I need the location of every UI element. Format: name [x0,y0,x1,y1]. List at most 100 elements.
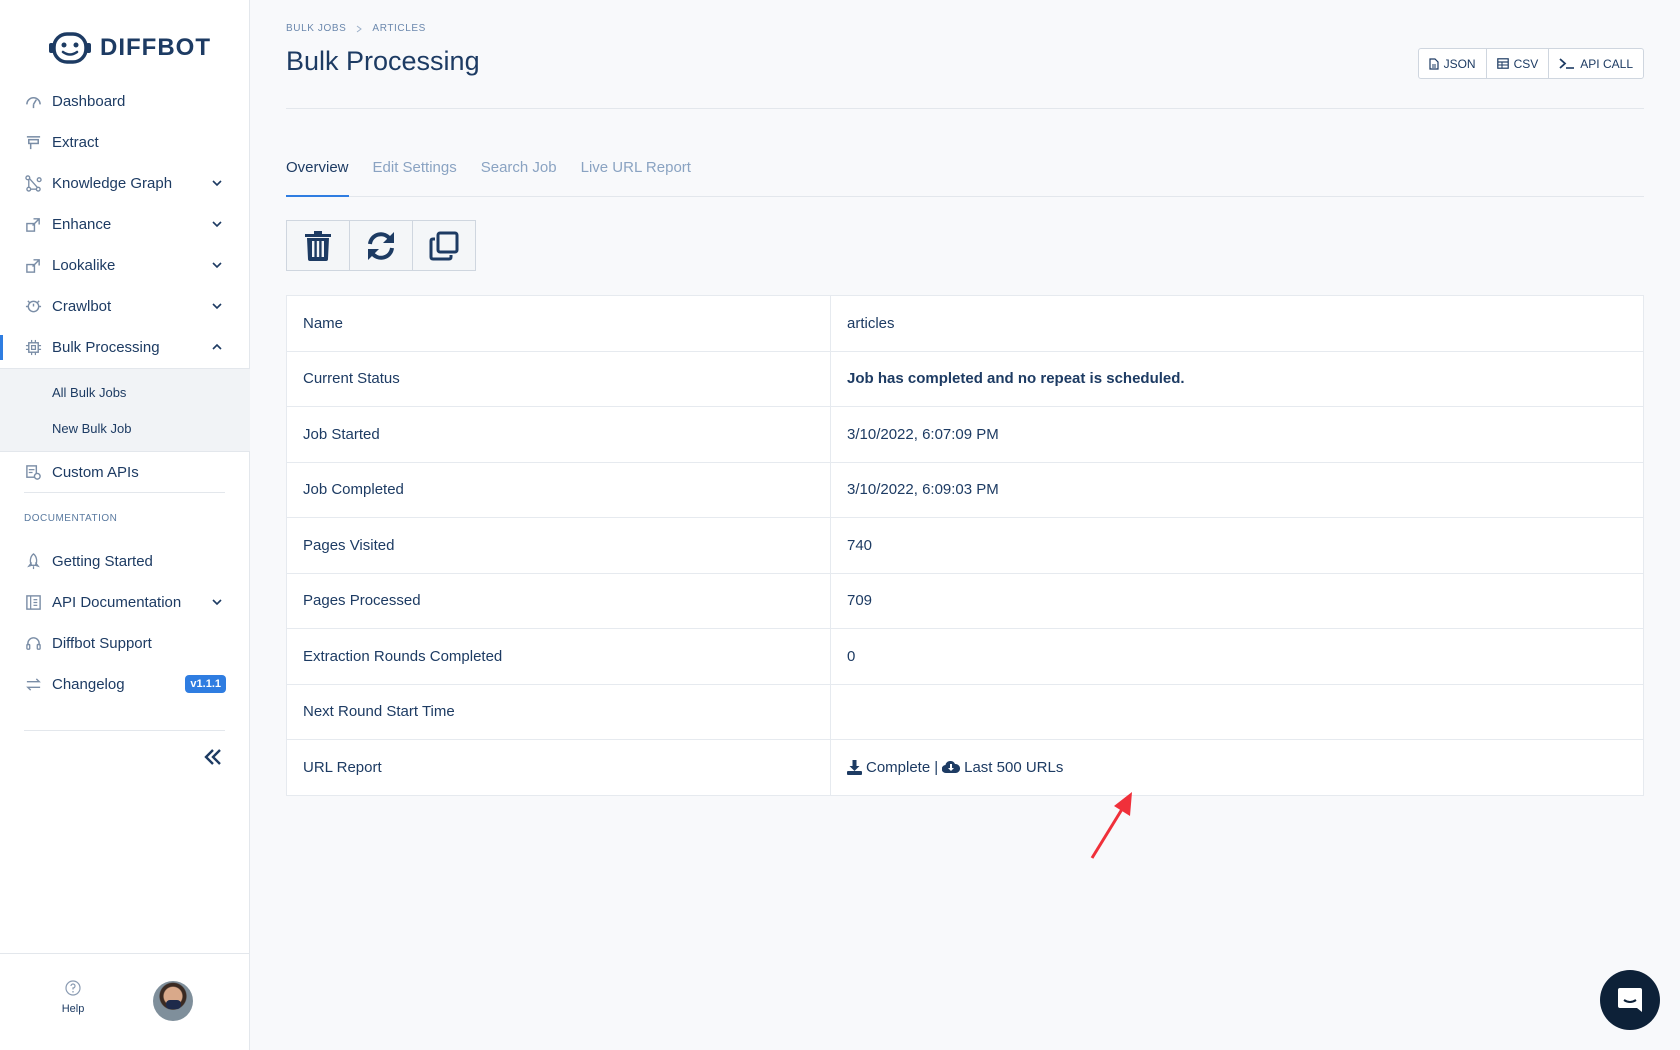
row-value: 740 [830,517,1644,573]
export-button-group: JSON CSV API CALL [1417,48,1644,79]
help-button[interactable]: Help [58,980,88,1015]
logo-text: DIFFBOT [100,34,211,61]
json-export-label: JSON [1443,56,1476,71]
sidebar-divider [24,492,225,493]
sidebar-item-getting-started[interactable]: Getting Started [0,541,250,582]
row-value: 0 [830,628,1644,684]
row-label: URL Report [286,739,831,795]
chat-icon [1618,988,1642,1012]
sidebar-subitem-all-bulk-jobs[interactable]: All Bulk Jobs [0,374,250,410]
api-call-button[interactable]: API CALL [1549,49,1643,78]
chat-launcher-button[interactable] [1600,970,1660,1030]
row-label: Pages Visited [286,517,831,573]
sidebar-item-lookalike[interactable]: Lookalike [0,245,250,286]
crawlbot-icon [24,298,42,316]
tab-search-job[interactable]: Search Job [481,148,557,197]
row-value: 3/10/2022, 6:09:03 PM [830,461,1644,518]
api-call-label: API CALL [1580,56,1633,71]
url-report-links: Complete | Last 500 URLs [847,759,1643,776]
sidebar-footer: Help [0,953,250,1050]
rocket-icon [24,553,42,571]
row-value [830,683,1644,740]
trash-icon [305,230,331,261]
sidebar-item-label: Knowledge Graph [52,175,173,192]
chevron-down-icon [212,221,222,228]
sidebar-item-bulk-processing[interactable]: Bulk Processing [0,327,250,368]
breadcrumb-articles[interactable]: ARTICLES [372,23,426,34]
question-circle-icon [65,980,81,996]
csv-export-button[interactable]: CSV [1487,49,1550,78]
knowledge-graph-icon [24,175,42,193]
sidebar-item-label: Getting Started [52,553,153,570]
delete-job-button[interactable] [286,220,350,271]
table-row: Extraction Rounds Completed 0 [286,628,1644,684]
row-value: 3/10/2022, 6:07:09 PM [830,406,1644,462]
main-nav: Dashboard Extract Knowledge Graph Enhanc… [0,81,250,493]
clone-job-button[interactable] [412,220,476,271]
sidebar-item-diffbot-support[interactable]: Diffbot Support [0,623,250,664]
json-export-button[interactable]: JSON [1419,49,1487,78]
table-row: Name articles [286,295,1644,351]
sidebar-item-changelog[interactable]: Changelog v1.1.1 [0,664,250,705]
page-title: Bulk Processing [286,46,480,76]
table-row: Pages Visited 740 [286,517,1644,573]
sidebar-item-label: Diffbot Support [52,635,152,652]
tab-edit-settings[interactable]: Edit Settings [373,148,457,197]
download-icon [847,759,862,775]
breadcrumb-bulk-jobs[interactable]: BULK JOBS [286,23,346,34]
url-report-cell: Complete | Last 500 URLs [830,739,1644,795]
job-toolbar [286,220,476,271]
collapse-sidebar-icon[interactable] [202,746,224,768]
sidebar-item-dashboard[interactable]: Dashboard [0,81,250,122]
row-value: Job has completed and no repeat is sched… [830,350,1644,407]
chevron-right-icon [357,25,363,32]
version-badge: v1.1.1 [185,675,226,693]
lookalike-icon [24,257,42,275]
sidebar-item-crawlbot[interactable]: Crawlbot [0,286,250,327]
sidebar-item-knowledge-graph[interactable]: Knowledge Graph [0,163,250,204]
download-last-500-label: Last 500 URLs [964,758,1064,776]
copy-icon [429,231,459,260]
headset-icon [24,635,42,653]
row-label: Name [286,295,831,351]
breadcrumb: BULK JOBS ARTICLES [286,23,426,34]
row-label: Next Round Start Time [286,683,831,740]
job-details-table: Name articles Current Status Job has com… [286,295,1644,796]
tab-live-url-report[interactable]: Live URL Report [581,148,691,197]
sidebar-item-extract[interactable]: Extract [0,122,250,163]
sidebar-item-custom-apis[interactable]: Custom APIs [0,452,250,493]
diffbot-robot-icon [49,32,91,64]
main-content: BULK JOBS ARTICLES Bulk Processing JSON … [286,0,1644,1050]
row-value: 709 [830,572,1644,629]
sidebar-item-label: Extract [52,134,99,151]
sidebar-subitem-new-bulk-job[interactable]: New Bulk Job [0,410,250,446]
chevron-down-icon [212,180,222,187]
sidebar-item-api-documentation[interactable]: API Documentation [0,582,250,623]
extract-icon [24,134,42,152]
download-complete-link[interactable]: Complete [847,759,930,776]
diffbot-logo[interactable]: DIFFBOT [48,30,211,66]
chevron-up-icon [212,343,222,350]
table-icon [1496,58,1509,69]
terminal-icon [1559,58,1575,69]
user-avatar[interactable] [153,981,193,1021]
row-label: Current Status [286,350,831,407]
sidebar-item-label: API Documentation [52,594,182,611]
sidebar-item-label: Changelog [52,676,125,693]
csv-export-label: CSV [1513,56,1539,71]
documentation-heading: DOCUMENTATION [24,513,118,524]
api-docs-icon [24,594,42,612]
download-last-500-link[interactable]: Last 500 URLs [942,759,1063,776]
file-icon [1428,57,1439,70]
row-label: Pages Processed [286,572,831,629]
row-label: Job Started [286,406,831,462]
tab-overview[interactable]: Overview [286,148,349,197]
header-divider [286,108,1644,109]
table-row: Job Started 3/10/2022, 6:07:09 PM [286,406,1644,462]
link-separator: | [934,758,939,776]
enhance-icon [24,216,42,234]
restart-job-button[interactable] [349,220,413,271]
table-row: URL Report Complete | Last 500 URLs [286,739,1644,795]
sidebar-item-label: Lookalike [52,257,116,274]
sidebar-item-enhance[interactable]: Enhance [0,204,250,245]
